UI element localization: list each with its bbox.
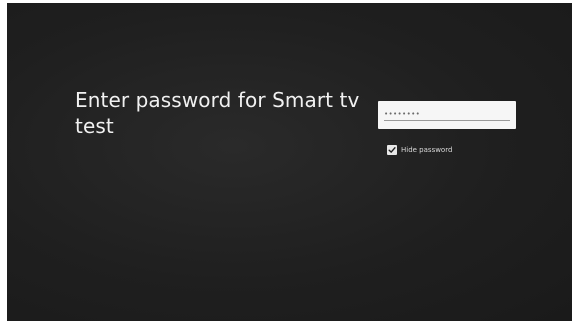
password-input[interactable]: ••••••••	[378, 101, 516, 129]
password-prompt-title: Enter password for Smart tv test	[75, 88, 360, 138]
hide-password-label: Hide password	[401, 146, 453, 154]
hide-password-toggle[interactable]: Hide password	[387, 145, 452, 155]
password-value: ••••••••	[384, 110, 510, 121]
tv-screen: Enter password for Smart tv test •••••••…	[7, 3, 572, 321]
hide-password-checkbox[interactable]	[387, 145, 397, 155]
checkmark-icon	[388, 147, 396, 153]
